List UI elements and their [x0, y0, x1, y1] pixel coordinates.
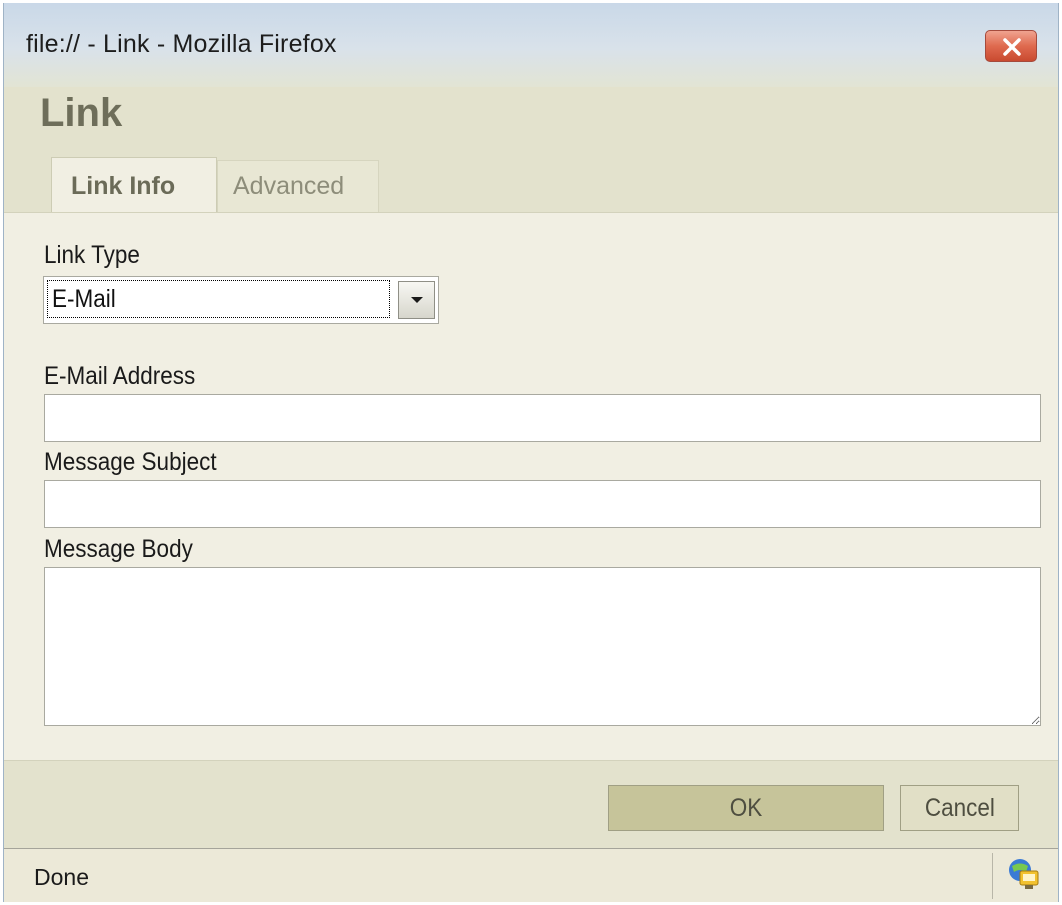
title-bar[interactable]: file:// - Link - Mozilla Firefox [4, 3, 1058, 87]
status-divider [992, 853, 993, 899]
close-icon [1003, 38, 1021, 56]
close-button[interactable] [985, 30, 1037, 62]
ok-button[interactable]: OK [608, 785, 884, 831]
browser-window: file:// - Link - Mozilla Firefox Link Li… [3, 3, 1059, 902]
link-type-select[interactable]: E-Mail [43, 276, 439, 324]
message-subject-label: Message Subject [44, 448, 217, 476]
message-body-label: Message Body [44, 535, 193, 563]
tab-label: Link Info [71, 172, 176, 200]
message-subject-field[interactable] [44, 480, 1041, 528]
network-status-icon[interactable] [1006, 857, 1040, 893]
status-text: Done [34, 864, 89, 890]
tab-link-info[interactable]: Link Info [51, 157, 217, 213]
email-address-field[interactable] [44, 394, 1041, 442]
email-address-label: E-Mail Address [44, 362, 196, 390]
cancel-button[interactable]: Cancel [900, 785, 1019, 831]
dropdown-button[interactable] [398, 281, 435, 319]
tab-advanced[interactable]: Advanced [217, 160, 379, 212]
status-bar: Done [4, 848, 1058, 902]
window-title: file:// - Link - Mozilla Firefox [26, 30, 337, 58]
tab-label: Advanced [233, 172, 345, 200]
tab-divider [4, 212, 1058, 213]
link-type-value: E-Mail [47, 280, 390, 318]
chevron-down-icon [411, 297, 423, 303]
link-type-label: Link Type [44, 241, 140, 269]
message-body-field[interactable] [44, 567, 1041, 726]
dialog-title: Link [40, 91, 123, 135]
